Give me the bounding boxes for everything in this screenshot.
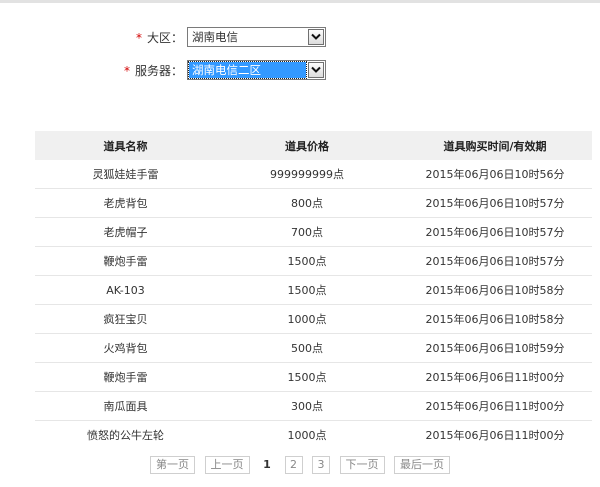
table-row: AK-103 1500点 2015年06月06日10时58分 <box>35 275 592 305</box>
item-price: 1500点 <box>216 275 398 305</box>
server-row: * 服务器： 湖南电信二区 <box>0 60 600 82</box>
server-label-text: 服务器： <box>134 64 183 78</box>
table-row: 愤怒的公牛左轮 1000点 2015年06月06日11时00分 <box>35 421 592 450</box>
region-label-text: 大区： <box>146 31 183 45</box>
required-star: * <box>123 64 130 78</box>
item-time: 2015年06月06日10时57分 <box>398 246 592 276</box>
item-name: 火鸡背包 <box>35 333 216 363</box>
required-star: * <box>135 31 142 45</box>
chevron-down-icon[interactable] <box>308 29 324 45</box>
header-item-name: 道具名称 <box>35 131 216 160</box>
prev-page-button[interactable]: 上一页 <box>204 456 250 474</box>
table-row: 鞭炮手雷 1500点 2015年06月06日10时57分 <box>35 246 592 276</box>
top-divider <box>0 0 600 3</box>
item-price: 1000点 <box>216 304 398 334</box>
server-select-value: 湖南电信二区 <box>188 61 307 79</box>
item-price: 1500点 <box>216 246 398 276</box>
item-name: 愤怒的公牛左轮 <box>87 429 164 442</box>
first-page-button[interactable]: 第一页 <box>150 456 195 474</box>
item-price: 1000点 <box>287 429 327 442</box>
item-name: 鞭炮手雷 <box>35 246 216 276</box>
items-table: 道具名称 道具价格 道具购买时间/有效期 灵狐娃娃手雷 999999999点 2… <box>35 131 592 449</box>
current-page: 1 <box>263 458 271 471</box>
item-name: AK-103 <box>35 275 216 305</box>
page-3-button[interactable]: 3 <box>312 456 330 474</box>
table-row: 老虎背包 800点 2015年06月06日10时57分 <box>35 188 592 218</box>
item-name: 南瓜面具 <box>35 391 216 421</box>
table-row: 灵狐娃娃手雷 999999999点 2015年06月06日10时56分 <box>35 160 592 189</box>
item-price: 300点 <box>216 391 398 421</box>
last-page-button[interactable]: 最后一页 <box>394 456 450 474</box>
table-header-row: 道具名称 道具价格 道具购买时间/有效期 <box>35 131 592 160</box>
item-name: 灵狐娃娃手雷 <box>35 160 216 189</box>
item-name: 老虎背包 <box>35 188 216 218</box>
item-price: 999999999点 <box>216 160 398 189</box>
region-select[interactable]: 湖南电信 <box>187 27 326 47</box>
next-page-button[interactable]: 下一页 <box>339 456 385 474</box>
item-name: 老虎帽子 <box>35 217 216 247</box>
item-time: 2015年06月06日10时59分 <box>398 333 592 363</box>
item-time: 2015年06月06日10时57分 <box>398 217 592 247</box>
chevron-down-icon[interactable] <box>308 62 324 78</box>
table-row: 火鸡背包 500点 2015年06月06日10时59分 <box>35 333 592 363</box>
server-label: * 服务器： <box>124 60 183 82</box>
page-2-button[interactable]: 2 <box>284 456 303 474</box>
item-price: 800点 <box>216 188 398 218</box>
header-item-price: 道具价格 <box>216 131 398 160</box>
pagination: 第一页 上一页 1 2 3 下一页 最后一页 <box>0 456 600 474</box>
item-time: 2015年06月06日10时56分 <box>398 160 592 189</box>
table-row: 南瓜面具 300点 2015年06月06日11时00分 <box>35 391 592 421</box>
item-time: 2015年06月06日10时58分 <box>398 304 592 334</box>
header-purchase-time: 道具购买时间/有效期 <box>398 131 592 160</box>
item-price: 500点 <box>216 333 398 363</box>
region-label: * 大区： <box>136 27 183 49</box>
item-time: 2015年06月06日10时58分 <box>398 275 592 305</box>
item-time: 2015年06月06日11时00分 <box>425 429 565 442</box>
server-select[interactable]: 湖南电信二区 <box>187 60 326 80</box>
item-time: 2015年06月06日11时00分 <box>398 362 592 392</box>
item-time: 2015年06月06日10时57分 <box>398 188 592 218</box>
table-row: 鞭炮手雷 1500点 2015年06月06日11时00分 <box>35 362 592 392</box>
item-time: 2015年06月06日11时00分 <box>398 391 592 421</box>
table-row: 疯狂宝贝 1000点 2015年06月06日10时58分 <box>35 304 592 334</box>
item-name: 鞭炮手雷 <box>35 362 216 392</box>
item-price: 1500点 <box>216 362 398 392</box>
region-select-value: 湖南电信 <box>192 30 238 44</box>
region-row: * 大区： 湖南电信 <box>0 27 600 49</box>
item-name: 疯狂宝贝 <box>35 304 216 334</box>
table-row: 老虎帽子 700点 2015年06月06日10时57分 <box>35 217 592 247</box>
item-price: 700点 <box>216 217 398 247</box>
